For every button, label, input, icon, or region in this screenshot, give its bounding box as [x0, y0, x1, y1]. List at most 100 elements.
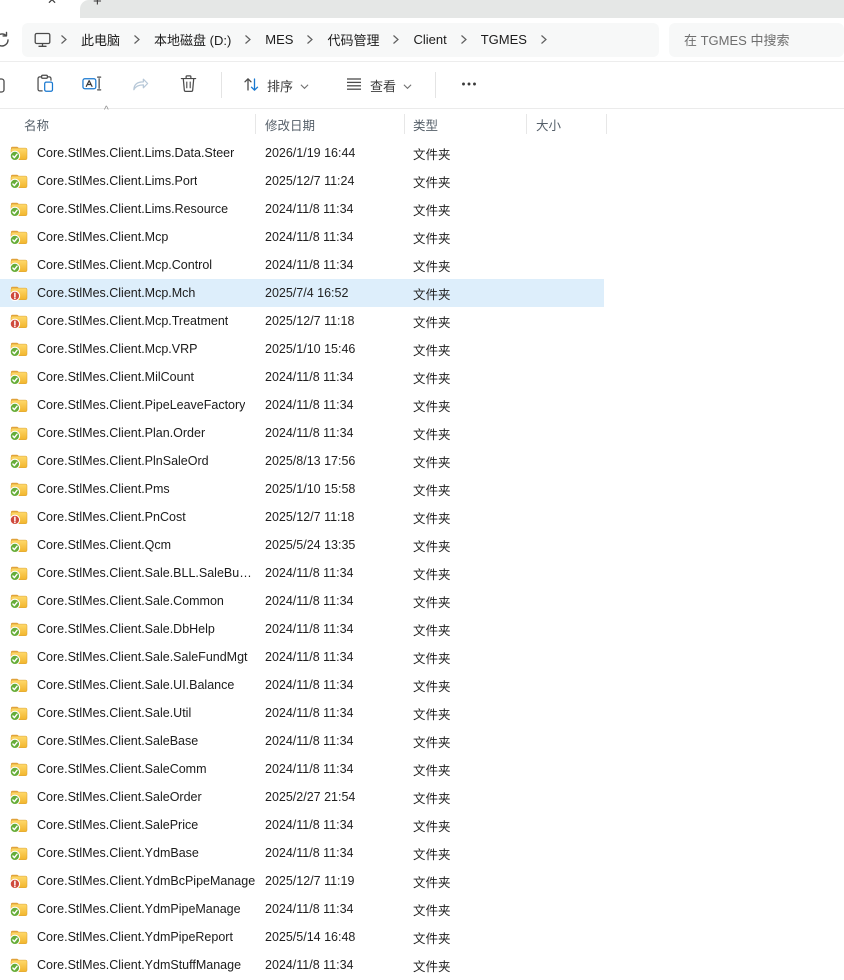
file-row[interactable]: Core.StlMes.Client.SaleOrder2025/2/27 21… [0, 783, 604, 811]
chevron-right-icon [460, 34, 468, 45]
search-input[interactable]: 在 TGMES 中搜索 [684, 30, 789, 49]
file-name-cell[interactable]: Core.StlMes.Client.Lims.Resource [0, 201, 256, 217]
delete-button[interactable] [168, 68, 208, 102]
file-name-cell[interactable]: Core.StlMes.Client.SalePrice [0, 817, 256, 833]
file-date-modified: 2025/12/7 11:19 [256, 874, 405, 888]
file-date-modified: 2025/12/7 11:24 [256, 174, 405, 188]
breadcrumb-item[interactable]: 本地磁盘 (D:) [148, 30, 237, 49]
file-row[interactable]: Core.StlMes.Client.Qcm2025/5/24 13:35文件夹 [0, 531, 604, 559]
view-button[interactable]: 查看 [334, 68, 423, 102]
share-button[interactable] [120, 68, 160, 102]
file-row[interactable]: Core.StlMes.Client.YdmBcPipeManage2025/1… [0, 867, 604, 895]
file-name-cell[interactable]: Core.StlMes.Client.Mcp.Control [0, 257, 256, 273]
address-bar[interactable]: 此电脑 本地磁盘 (D:) MES 代码管理 Client TGMES [22, 23, 659, 57]
file-name-cell[interactable]: Core.StlMes.Client.Lims.Port [0, 173, 256, 189]
breadcrumb-item[interactable]: 此电脑 [75, 30, 126, 49]
file-name-cell[interactable]: Core.StlMes.Client.SaleComm [0, 761, 256, 777]
breadcrumb-item[interactable]: TGMES [475, 32, 533, 47]
file-row[interactable]: Core.StlMes.Client.Sale.UI.Balance2024/1… [0, 671, 604, 699]
file-row[interactable]: Core.StlMes.Client.SaleBase2024/11/8 11:… [0, 727, 604, 755]
file-row[interactable]: Core.StlMes.Client.Mcp.Mch2025/7/4 16:52… [0, 279, 604, 307]
file-name-cell[interactable]: Core.StlMes.Client.Sale.BLL.SaleBusin... [0, 565, 256, 581]
file-row[interactable]: Core.StlMes.Client.Sale.Common2024/11/8 … [0, 587, 604, 615]
file-row[interactable]: Core.StlMes.Client.SalePrice2024/11/8 11… [0, 811, 604, 839]
column-header-date-modified[interactable]: 修改日期 [256, 109, 405, 139]
file-name-cell[interactable]: Core.StlMes.Client.YdmPipeManage [0, 901, 256, 917]
file-name-cell[interactable]: Core.StlMes.Client.MilCount [0, 369, 256, 385]
file-row[interactable]: Core.StlMes.Client.Lims.Data.Steer2026/1… [0, 139, 604, 167]
file-row[interactable]: Core.StlMes.Client.Mcp.VRP2025/1/10 15:4… [0, 335, 604, 363]
sort-button[interactable]: 排序 [231, 68, 320, 102]
folder-green-icon [10, 845, 28, 861]
file-row[interactable]: Core.StlMes.Client.Mcp2024/11/8 11:34文件夹 [0, 223, 604, 251]
file-row[interactable]: Core.StlMes.Client.YdmStuffManage2024/11… [0, 951, 604, 979]
file-name-cell[interactable]: Core.StlMes.Client.Mcp [0, 229, 256, 245]
file-name-cell[interactable]: Core.StlMes.Client.YdmBase [0, 845, 256, 861]
column-header-size[interactable]: 大小 [527, 109, 607, 139]
file-name: Core.StlMes.Client.YdmBcPipeManage [37, 874, 255, 888]
breadcrumb-item[interactable]: Client [407, 32, 452, 47]
file-row[interactable]: Core.StlMes.Client.PnCost2025/12/7 11:18… [0, 503, 604, 531]
more-options-button[interactable] [449, 68, 489, 102]
file-row[interactable]: Core.StlMes.Client.YdmPipeReport2025/5/1… [0, 923, 604, 951]
file-row[interactable]: Core.StlMes.Client.Sale.SaleFundMgt2024/… [0, 643, 604, 671]
active-tab[interactable]: ✕ [0, 0, 80, 18]
file-name-cell[interactable]: Core.StlMes.Client.SaleOrder [0, 789, 256, 805]
file-row[interactable]: Core.StlMes.Client.Mcp.Treatment2025/12/… [0, 307, 604, 335]
breadcrumb-item[interactable]: 代码管理 [321, 30, 385, 49]
file-date-modified: 2025/1/10 15:58 [256, 482, 405, 496]
file-name-cell[interactable]: Core.StlMes.Client.Mcp.Mch [0, 285, 256, 301]
file-name-cell[interactable]: Core.StlMes.Client.Sale.Common [0, 593, 256, 609]
file-name-cell[interactable]: Core.StlMes.Client.Qcm [0, 537, 256, 553]
column-header-name[interactable]: 名称 [0, 109, 256, 139]
file-date-modified: 2024/11/8 11:34 [256, 734, 405, 748]
file-name-cell[interactable]: Core.StlMes.Client.YdmBcPipeManage [0, 873, 256, 889]
folder-green-icon [10, 621, 28, 637]
file-row[interactable]: Core.StlMes.Client.Lims.Port2025/12/7 11… [0, 167, 604, 195]
tab-close-icon[interactable]: ✕ [47, 0, 57, 7]
file-name-cell[interactable]: Core.StlMes.Client.Mcp.VRP [0, 341, 256, 357]
file-row[interactable]: Core.StlMes.Client.Lims.Resource2024/11/… [0, 195, 604, 223]
file-row[interactable]: Core.StlMes.Client.PipeLeaveFactory2024/… [0, 391, 604, 419]
file-row[interactable]: Core.StlMes.Client.MilCount2024/11/8 11:… [0, 363, 604, 391]
file-name-cell[interactable]: Core.StlMes.Client.SaleBase [0, 733, 256, 749]
file-name-cell[interactable]: Core.StlMes.Client.Lims.Data.Steer [0, 145, 256, 161]
file-name-cell[interactable]: Core.StlMes.Client.Sale.SaleFundMgt [0, 649, 256, 665]
refresh-icon[interactable] [0, 31, 13, 49]
file-row[interactable]: Core.StlMes.Client.Mcp.Control2024/11/8 … [0, 251, 604, 279]
breadcrumb-item[interactable]: MES [259, 32, 299, 47]
paste-button[interactable] [24, 68, 64, 102]
file-name-cell[interactable]: Core.StlMes.Client.Pms [0, 481, 256, 497]
file-type: 文件夹 [405, 732, 527, 751]
new-tab-icon[interactable]: + [93, 0, 102, 10]
column-header-type[interactable]: 类型 [405, 109, 527, 139]
file-row[interactable]: Core.StlMes.Client.Sale.BLL.SaleBusin...… [0, 559, 604, 587]
sort-arrows-icon [242, 75, 260, 96]
file-name-cell[interactable]: Core.StlMes.Client.Mcp.Treatment [0, 313, 256, 329]
file-row[interactable]: Core.StlMes.Client.PlnSaleOrd2025/8/13 1… [0, 447, 604, 475]
file-name-cell[interactable]: Core.StlMes.Client.PlnSaleOrd [0, 453, 256, 469]
view-label: 查看 [370, 76, 396, 95]
search-box[interactable]: 在 TGMES 中搜索 [669, 23, 844, 57]
file-row[interactable]: Core.StlMes.Client.Plan.Order2024/11/8 1… [0, 419, 604, 447]
file-row[interactable]: Core.StlMes.Client.Pms2025/1/10 15:58文件夹 [0, 475, 604, 503]
file-name-cell[interactable]: Core.StlMes.Client.Sale.DbHelp [0, 621, 256, 637]
file-name-cell[interactable]: Core.StlMes.Client.YdmStuffManage [0, 957, 256, 973]
file-row[interactable]: Core.StlMes.Client.SaleComm2024/11/8 11:… [0, 755, 604, 783]
file-name-cell[interactable]: Core.StlMes.Client.Plan.Order [0, 425, 256, 441]
file-name-cell[interactable]: Core.StlMes.Client.PipeLeaveFactory [0, 397, 256, 413]
file-row[interactable]: Core.StlMes.Client.YdmPipeManage2024/11/… [0, 895, 604, 923]
folder-green-icon [10, 369, 28, 385]
file-row[interactable]: Core.StlMes.Client.YdmBase2024/11/8 11:3… [0, 839, 604, 867]
file-name-cell[interactable]: Core.StlMes.Client.Sale.UI.Balance [0, 677, 256, 693]
file-type: 文件夹 [405, 536, 527, 555]
file-row[interactable]: Core.StlMes.Client.Sale.DbHelp2024/11/8 … [0, 615, 604, 643]
file-name-cell[interactable]: Core.StlMes.Client.YdmPipeReport [0, 929, 256, 945]
rename-button[interactable] [72, 68, 112, 102]
file-date-modified: 2025/7/4 16:52 [256, 286, 405, 300]
copy-button[interactable] [0, 68, 16, 102]
file-name-cell[interactable]: Core.StlMes.Client.Sale.Util [0, 705, 256, 721]
file-row[interactable]: Core.StlMes.Client.Sale.Util2024/11/8 11… [0, 699, 604, 727]
file-name: Core.StlMes.Client.Sale.BLL.SaleBusin... [37, 566, 256, 580]
file-name-cell[interactable]: Core.StlMes.Client.PnCost [0, 509, 256, 525]
